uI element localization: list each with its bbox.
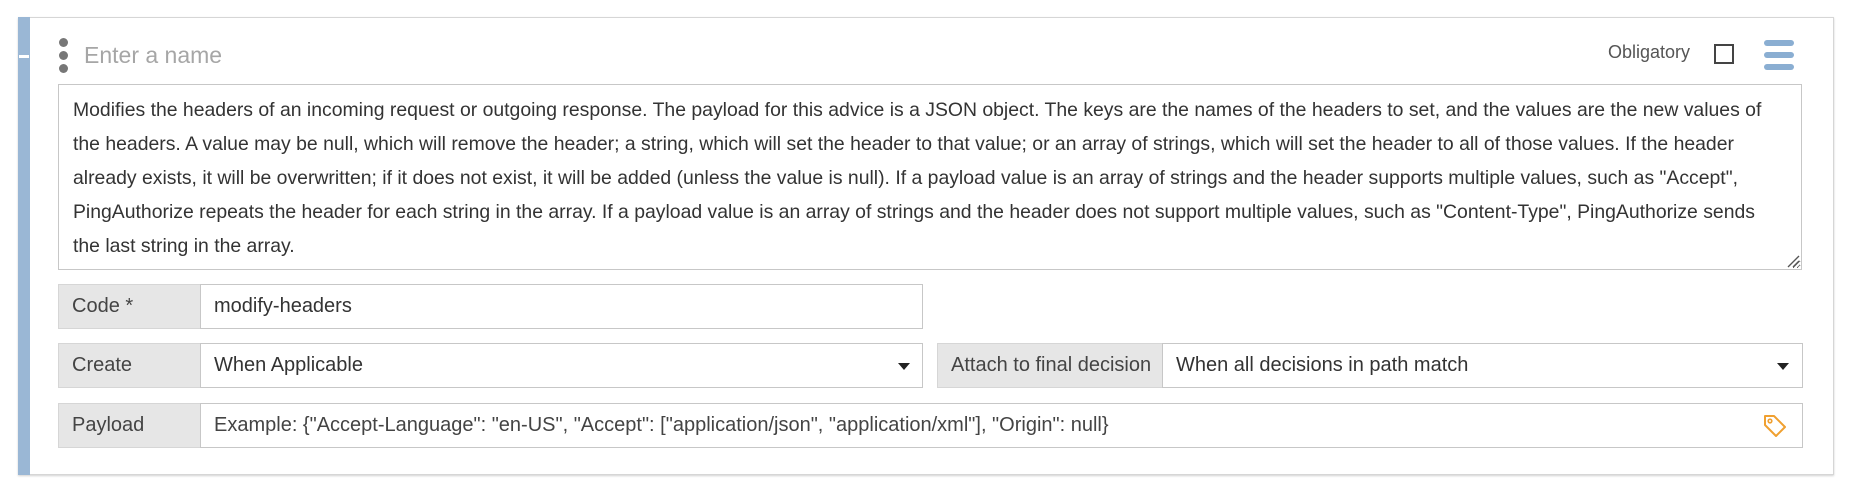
description-textarea[interactable]: Modifies the headers of an incoming requ… xyxy=(58,84,1802,270)
code-input[interactable]: modify-headers xyxy=(200,284,923,329)
chevron-down-icon xyxy=(1777,363,1789,370)
obligatory-label: Obligatory xyxy=(1608,42,1691,62)
chevron-down-icon xyxy=(898,363,910,370)
name-input[interactable] xyxy=(84,36,684,74)
attach-select-value: When all decisions in path match xyxy=(1176,354,1469,376)
payload-label: Payload xyxy=(58,403,201,448)
resize-grip-icon[interactable] xyxy=(1786,254,1800,268)
create-select[interactable]: When Applicable xyxy=(200,343,923,388)
attach-select[interactable]: When all decisions in path match xyxy=(1162,343,1803,388)
create-select-value: When Applicable xyxy=(214,354,363,376)
create-label: Create xyxy=(58,343,201,388)
attach-label: Attach to final decision xyxy=(937,343,1163,388)
card-accent-bar xyxy=(18,17,30,475)
collapse-marker xyxy=(19,55,29,58)
payload-input[interactable]: Example: {"Accept-Language": "en-US", "A… xyxy=(200,403,1803,448)
hamburger-icon[interactable] xyxy=(1764,40,1794,70)
code-label: Code * xyxy=(58,284,201,329)
tag-icon[interactable] xyxy=(1762,413,1788,439)
obligatory-checkbox[interactable] xyxy=(1714,44,1734,64)
vertical-dots-icon[interactable] xyxy=(56,38,70,74)
